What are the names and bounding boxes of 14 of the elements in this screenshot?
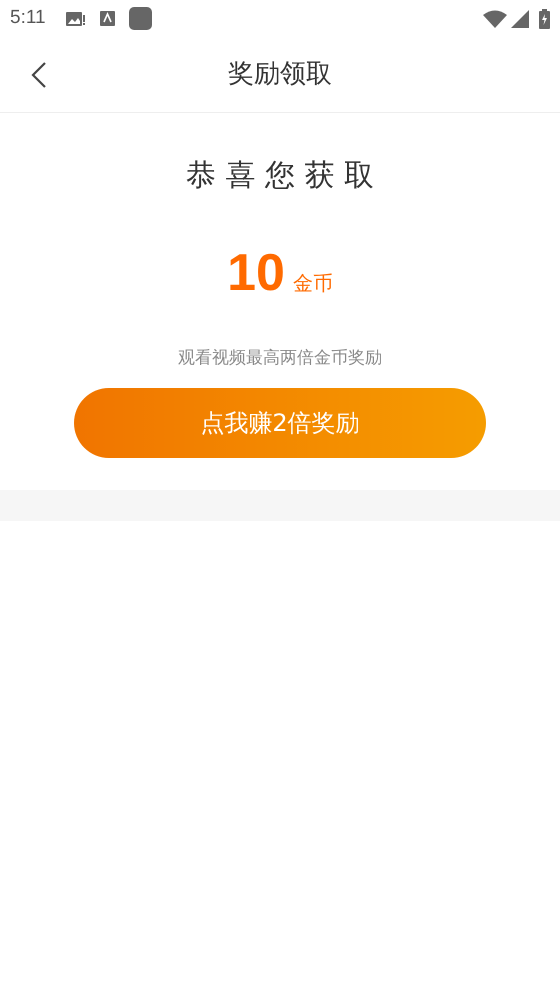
keyboard-icon [100, 11, 115, 26]
battery-icon [539, 8, 550, 28]
coin-amount: 10 [227, 243, 285, 304]
image-alert-icon [66, 10, 86, 26]
status-time: 5:11 [10, 6, 46, 30]
double-reward-button[interactable]: 点我赚2倍奖励 [74, 388, 486, 458]
wifi-icon [483, 10, 507, 28]
signal-icon [511, 10, 529, 28]
app-icon [128, 7, 152, 30]
page-title: 奖励领取 [228, 58, 332, 91]
coin-unit: 金币 [292, 270, 333, 297]
congrats-heading: 恭 喜 您 获 取 [186, 157, 374, 195]
back-icon [31, 61, 47, 89]
hint-text: 观看视频最高两倍金币奖励 [178, 347, 382, 370]
